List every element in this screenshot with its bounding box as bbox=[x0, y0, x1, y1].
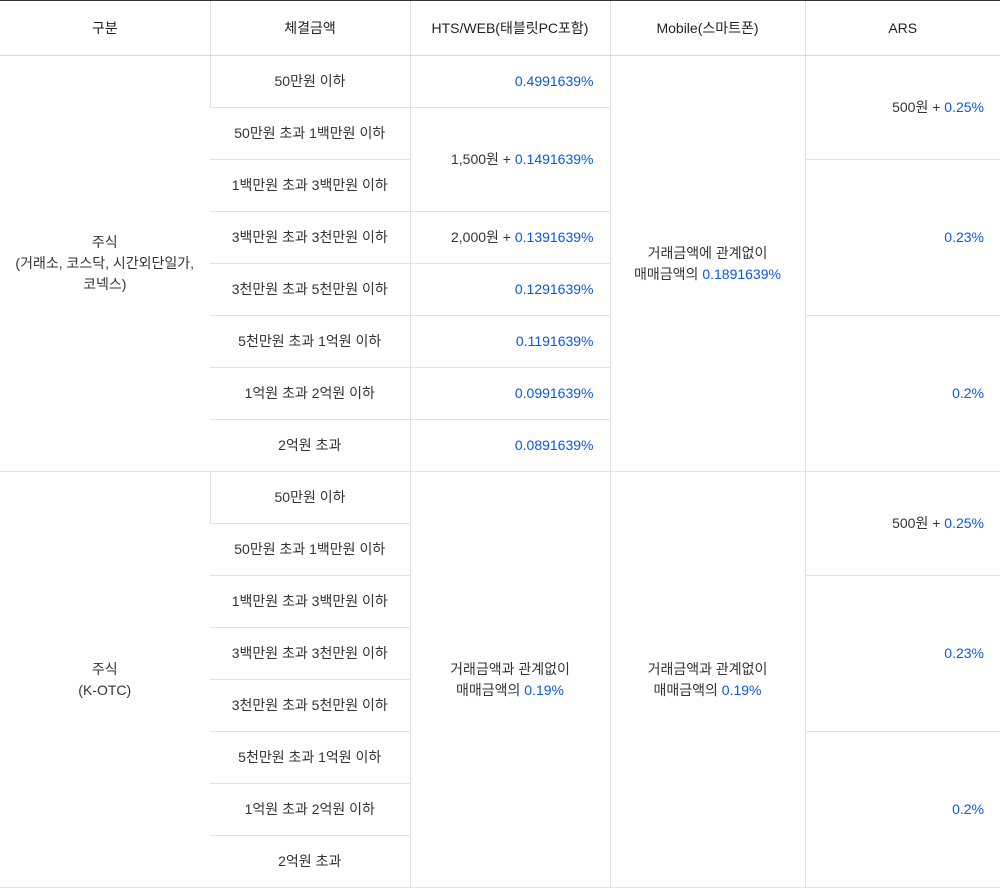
rate-value: 0.2% bbox=[952, 801, 984, 817]
mobile-text2: 매매금액의 bbox=[654, 682, 722, 698]
rate-value: 0.2% bbox=[952, 385, 984, 401]
category-sub: (K-OTC) bbox=[78, 682, 131, 698]
amount-cell: 50만원 초과 1백만원 이하 bbox=[210, 524, 410, 576]
table-header: 구분 체결금액 HTS/WEB(태블릿PC포함) Mobile(스마트폰) AR… bbox=[0, 1, 1000, 56]
rate-value: 0.4991639% bbox=[515, 73, 594, 89]
ars-cell: 500원 + 0.25% bbox=[805, 472, 1000, 576]
rate-value: 0.0991639% bbox=[515, 385, 594, 401]
fee-table: 구분 체결금액 HTS/WEB(태블릿PC포함) Mobile(스마트폰) AR… bbox=[0, 0, 1000, 888]
header-category: 구분 bbox=[0, 1, 210, 56]
amount-cell: 3백만원 초과 3천만원 이하 bbox=[210, 212, 410, 264]
category-title: 주식 bbox=[92, 234, 118, 250]
mobile-text1: 거래금액과 관계없이 bbox=[648, 661, 768, 677]
rate-value: 0.1291639% bbox=[515, 281, 594, 297]
hts-cell: 0.0991639% bbox=[410, 368, 610, 420]
rate-value: 0.19% bbox=[524, 682, 564, 698]
rate-value: 0.23% bbox=[944, 645, 984, 661]
hts-cell: 2,000원 + 0.1391639% bbox=[410, 212, 610, 264]
hts-cell: 0.1191639% bbox=[410, 316, 610, 368]
header-hts: HTS/WEB(태블릿PC포함) bbox=[410, 1, 610, 56]
amount-cell: 3천만원 초과 5천만원 이하 bbox=[210, 264, 410, 316]
rate-value: 0.1391639% bbox=[515, 229, 594, 245]
mobile-cell: 거래금액과 관계없이 매매금액의 0.19% bbox=[610, 472, 805, 888]
amount-cell: 50만원 초과 1백만원 이하 bbox=[210, 108, 410, 160]
mobile-cell: 거래금액에 관계없이 매매금액의 0.1891639% bbox=[610, 56, 805, 472]
amount-cell: 1백만원 초과 3백만원 이하 bbox=[210, 576, 410, 628]
table-row: 주식 (K-OTC) 50만원 이하 거래금액과 관계없이 매매금액의 0.19… bbox=[0, 472, 1000, 524]
ars-prefix: 500원 + bbox=[892, 515, 944, 531]
amount-cell: 3천만원 초과 5천만원 이하 bbox=[210, 680, 410, 732]
ars-cell: 500원 + 0.25% bbox=[805, 56, 1000, 160]
hts-text1: 거래금액과 관계없이 bbox=[450, 661, 570, 677]
amount-cell: 50만원 이하 bbox=[210, 472, 410, 524]
amount-cell: 1억원 초과 2억원 이하 bbox=[210, 368, 410, 420]
rate-value: 0.25% bbox=[944, 515, 984, 531]
rate-value: 0.1491639% bbox=[515, 151, 594, 167]
rate-value: 0.25% bbox=[944, 99, 984, 115]
table-row: 주식 (거래소, 코스닥, 시간외단일가, 코넥스) 50만원 이하 0.499… bbox=[0, 56, 1000, 108]
amount-cell: 5천만원 초과 1억원 이하 bbox=[210, 316, 410, 368]
hts-prefix: 2,000원 + bbox=[451, 229, 515, 245]
rate-value: 0.0891639% bbox=[515, 437, 594, 453]
hts-prefix: 1,500원 + bbox=[451, 151, 515, 167]
amount-cell: 2억원 초과 bbox=[210, 836, 410, 888]
amount-cell: 1억원 초과 2억원 이하 bbox=[210, 784, 410, 836]
hts-cell: 0.4991639% bbox=[410, 56, 610, 108]
category-kotc: 주식 (K-OTC) bbox=[0, 472, 210, 888]
hts-cell: 거래금액과 관계없이 매매금액의 0.19% bbox=[410, 472, 610, 888]
hts-cell: 0.1291639% bbox=[410, 264, 610, 316]
header-mobile: Mobile(스마트폰) bbox=[610, 1, 805, 56]
category-title: 주식 bbox=[92, 661, 118, 677]
ars-cell: 0.23% bbox=[805, 576, 1000, 732]
header-amount: 체결금액 bbox=[210, 1, 410, 56]
ars-cell: 0.23% bbox=[805, 160, 1000, 316]
rate-value: 0.1891639% bbox=[702, 266, 781, 282]
rate-value: 0.19% bbox=[722, 682, 762, 698]
rate-value: 0.1191639% bbox=[516, 333, 594, 349]
hts-text2: 매매금액의 bbox=[456, 682, 524, 698]
category-sub: (거래소, 코스닥, 시간외단일가, 코넥스) bbox=[15, 255, 194, 292]
hts-cell: 0.0891639% bbox=[410, 420, 610, 472]
ars-cell: 0.2% bbox=[805, 732, 1000, 888]
mobile-text1: 거래금액에 관계없이 bbox=[648, 245, 768, 261]
ars-prefix: 500원 + bbox=[892, 99, 944, 115]
amount-cell: 2억원 초과 bbox=[210, 420, 410, 472]
mobile-text2: 매매금액의 bbox=[634, 266, 702, 282]
amount-cell: 50만원 이하 bbox=[210, 56, 410, 108]
category-stock: 주식 (거래소, 코스닥, 시간외단일가, 코넥스) bbox=[0, 56, 210, 472]
hts-cell: 1,500원 + 0.1491639% bbox=[410, 108, 610, 212]
amount-cell: 1백만원 초과 3백만원 이하 bbox=[210, 160, 410, 212]
ars-cell: 0.2% bbox=[805, 316, 1000, 472]
amount-cell: 3백만원 초과 3천만원 이하 bbox=[210, 628, 410, 680]
header-ars: ARS bbox=[805, 1, 1000, 56]
amount-cell: 5천만원 초과 1억원 이하 bbox=[210, 732, 410, 784]
rate-value: 0.23% bbox=[944, 229, 984, 245]
